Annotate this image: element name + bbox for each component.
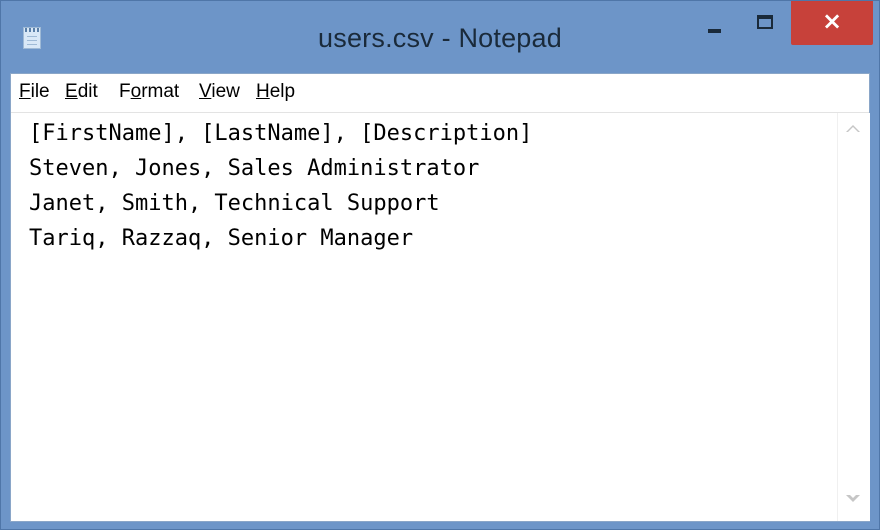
- maximize-button[interactable]: [741, 1, 791, 45]
- notepad-window: users.csv - Notepad × File Edit Format V…: [0, 0, 880, 530]
- text-line: Tariq, Razzaq, Senior Manager: [29, 226, 414, 251]
- text-line: Steven, Jones, Sales Administrator: [29, 156, 480, 181]
- menu-format[interactable]: Format: [117, 81, 181, 103]
- scroll-down-icon[interactable]: [846, 493, 860, 502]
- menu-edit[interactable]: Edit: [63, 81, 100, 103]
- minimize-button[interactable]: [689, 1, 739, 45]
- menu-view[interactable]: View: [197, 81, 242, 103]
- close-icon: ×: [821, 7, 843, 35]
- scroll-up-icon[interactable]: [846, 125, 860, 132]
- vertical-scrollbar[interactable]: [837, 113, 870, 521]
- text-line: [FirstName], [LastName], [Description]: [29, 121, 533, 146]
- title-bar[interactable]: users.csv - Notepad ×: [1, 1, 879, 73]
- menu-bar: File Edit Format View Help: [11, 74, 869, 113]
- text-editor[interactable]: [FirstName], [LastName], [Description] S…: [11, 113, 837, 521]
- client-area: File Edit Format View Help [FirstName], …: [10, 73, 870, 522]
- menu-help[interactable]: Help: [254, 81, 297, 103]
- text-line: Janet, Smith, Technical Support: [29, 191, 440, 216]
- close-button[interactable]: ×: [791, 1, 873, 45]
- menu-file[interactable]: File: [17, 81, 52, 103]
